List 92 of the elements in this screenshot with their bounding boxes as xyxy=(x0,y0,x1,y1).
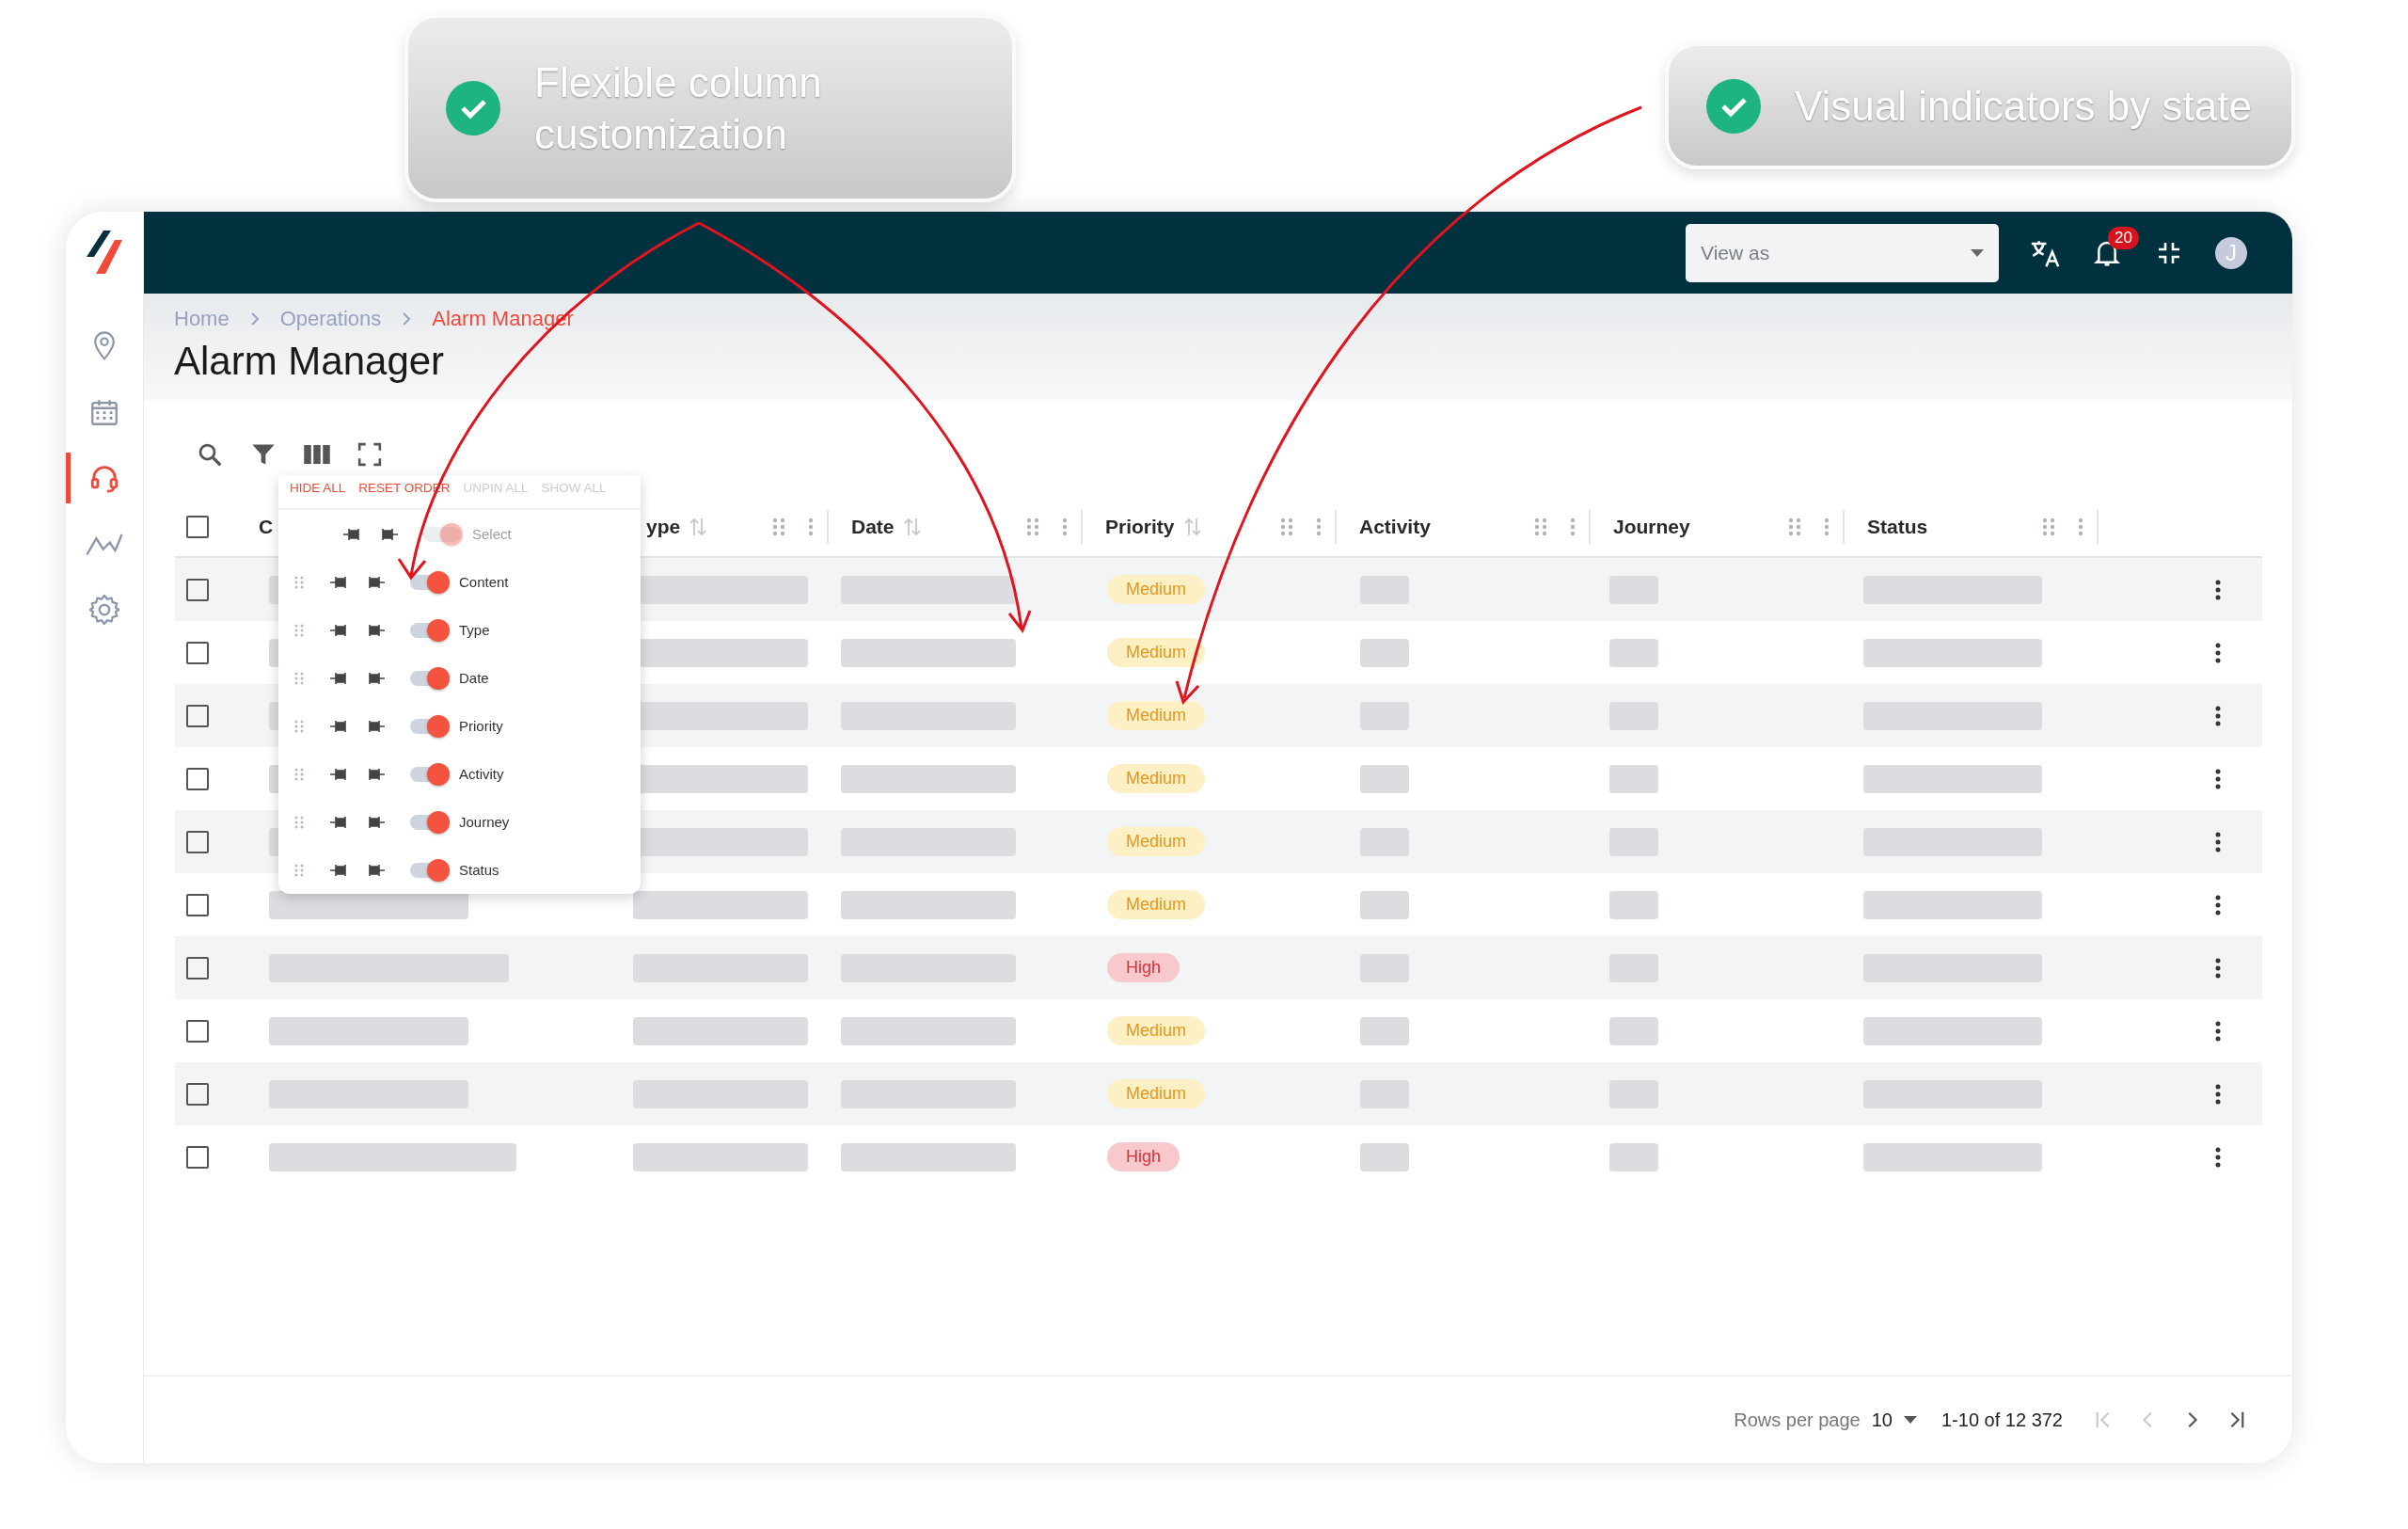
loading-placeholder xyxy=(1609,890,1658,919)
loading-placeholder xyxy=(1609,638,1658,667)
checkbox[interactable] xyxy=(186,704,209,727)
chevron-right-icon xyxy=(402,312,412,326)
toggle-switch[interactable] xyxy=(410,669,448,687)
menu-action-button[interactable]: HIDE ALL xyxy=(290,481,346,495)
priority-badge: Medium xyxy=(1107,701,1206,730)
column-name: Select xyxy=(472,526,512,542)
toggle-switch[interactable] xyxy=(410,765,448,783)
drag-handle-icon[interactable] xyxy=(294,575,304,589)
checkbox[interactable] xyxy=(186,893,209,916)
column-name: Date xyxy=(459,670,489,686)
toggle-switch[interactable] xyxy=(410,813,448,831)
toggle-switch[interactable] xyxy=(410,621,448,639)
drag-handle-icon[interactable] xyxy=(294,671,304,685)
column-name: Priority xyxy=(459,718,503,734)
more-vertical-icon[interactable] xyxy=(2215,1146,2221,1168)
checkbox[interactable] xyxy=(186,1019,209,1043)
more-vertical-icon[interactable] xyxy=(2215,1083,2221,1105)
priority-badge: Medium xyxy=(1107,764,1206,793)
loading-placeholder xyxy=(1609,1142,1658,1171)
loading-placeholder xyxy=(1609,1016,1658,1045)
column-name: Type xyxy=(459,622,490,638)
drag-handle-icon[interactable] xyxy=(772,518,785,536)
loading-placeholder xyxy=(1360,764,1409,793)
more-vertical-icon[interactable] xyxy=(2215,831,2221,852)
rows-per-page-select[interactable]: 10 xyxy=(1871,1409,1893,1431)
fullscreen-icon[interactable] xyxy=(357,442,382,467)
column-header[interactable]: Date xyxy=(851,516,895,538)
loading-placeholder xyxy=(1360,890,1409,919)
checkbox[interactable] xyxy=(186,578,209,601)
drag-handle-icon[interactable] xyxy=(1534,518,1547,536)
loading-placeholder xyxy=(1609,764,1658,793)
checkbox[interactable] xyxy=(186,641,209,664)
priority-badge: Medium xyxy=(1107,575,1206,604)
checkmark-icon xyxy=(1706,78,1761,134)
checkbox[interactable] xyxy=(186,1082,209,1106)
checkbox[interactable] xyxy=(186,1145,209,1169)
settings-icon[interactable] xyxy=(87,593,121,627)
drag-handle-icon[interactable] xyxy=(294,719,304,733)
view-as-dropdown[interactable]: View as xyxy=(1686,223,1999,282)
column-name: Activity xyxy=(459,766,504,782)
more-vertical-icon[interactable] xyxy=(2215,768,2221,789)
more-vertical-icon[interactable] xyxy=(2215,579,2221,600)
notification-badge: 20 xyxy=(2108,226,2139,249)
priority-badge: Medium xyxy=(1107,1079,1206,1108)
checkbox[interactable] xyxy=(186,956,209,980)
drag-handle-icon[interactable] xyxy=(1280,518,1293,536)
drag-handle-icon[interactable] xyxy=(1026,518,1039,536)
column-header[interactable]: Priority xyxy=(1105,516,1175,538)
drag-handle-icon[interactable] xyxy=(2042,518,2055,536)
column-header[interactable]: Journey xyxy=(1613,516,1690,538)
rows-per-page-label: Rows per page xyxy=(1734,1409,1861,1431)
column-header[interactable]: Activity xyxy=(1359,516,1431,538)
more-vertical-icon[interactable] xyxy=(2215,1020,2221,1042)
more-vertical-icon[interactable] xyxy=(2215,894,2221,916)
priority-badge: High xyxy=(1107,953,1180,982)
priority-badge: Medium xyxy=(1107,1016,1206,1045)
column-name: Journey xyxy=(459,814,510,830)
toggle-switch[interactable] xyxy=(410,573,448,591)
loading-placeholder xyxy=(1360,1142,1409,1171)
more-vertical-icon[interactable] xyxy=(2215,957,2221,979)
checkbox[interactable] xyxy=(186,830,209,853)
column-header[interactable]: C xyxy=(259,516,274,538)
loading-placeholder xyxy=(1360,1016,1409,1045)
caret-icon[interactable] xyxy=(1904,1416,1917,1424)
loading-placeholder xyxy=(1360,638,1409,667)
priority-badge: High xyxy=(1107,1142,1180,1171)
checkmark-icon xyxy=(446,81,500,135)
priority-badge: Medium xyxy=(1107,827,1206,856)
column-header[interactable]: Status xyxy=(1867,516,1928,538)
drag-handle-icon[interactable] xyxy=(1788,518,1801,536)
more-vertical-icon[interactable] xyxy=(2215,705,2221,726)
priority-badge: Medium xyxy=(1107,638,1206,667)
drag-handle-icon[interactable] xyxy=(294,767,304,781)
page-range: 1-10 of 12 372 xyxy=(1941,1409,2063,1431)
checkbox[interactable] xyxy=(186,516,209,538)
drag-handle-icon[interactable] xyxy=(294,623,304,637)
more-vertical-icon[interactable] xyxy=(2215,642,2221,663)
checkbox[interactable] xyxy=(186,767,209,790)
drag-handle-icon[interactable] xyxy=(294,815,304,829)
page-title: Alarm Manager xyxy=(174,339,446,384)
column-name: Content xyxy=(459,574,509,590)
column-name: Status xyxy=(459,862,499,878)
toggle-switch[interactable] xyxy=(410,717,448,735)
toggle-switch[interactable] xyxy=(410,861,448,879)
drag-handle-icon[interactable] xyxy=(294,863,304,877)
priority-badge: Medium xyxy=(1107,890,1206,919)
caret-icon xyxy=(1971,248,1984,257)
exit-fullscreen-icon[interactable] xyxy=(2158,241,2180,264)
column-header[interactable]: ype xyxy=(646,516,681,538)
chevron-right-icon xyxy=(249,312,260,326)
